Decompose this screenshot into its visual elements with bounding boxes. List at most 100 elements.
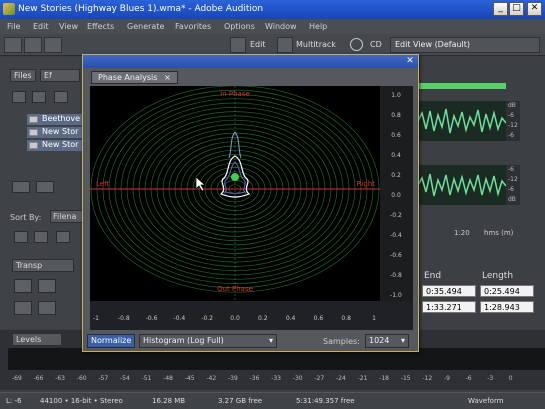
stop-button-icon[interactable] (14, 279, 32, 293)
hybrid-tool-icon[interactable] (24, 37, 42, 53)
level-scale-tick: -39 (228, 375, 238, 382)
phase-x-tick: -0.8 (118, 315, 130, 322)
editor-panel: dB -6 -12 -6 -6 -12 -6 dB 1:20 hms (m) E… (418, 57, 545, 329)
rewind-button-icon[interactable] (14, 301, 32, 315)
status-format: 44100 • 16-bit • Stereo (40, 397, 123, 405)
phase-y-tick: 0.4 (391, 152, 401, 159)
selection-length-field[interactable]: 0:25.494 (480, 285, 534, 297)
file-name: New Stor (42, 127, 79, 136)
tab-transport[interactable]: Transp (12, 259, 74, 272)
workspace-dropdown[interactable]: Edit View (Default) (390, 37, 540, 53)
file-list-item[interactable]: Beethove (27, 114, 82, 125)
phase-x-ruler (90, 301, 413, 330)
out-phase-label: Out Phase (217, 285, 253, 293)
selection-end-field[interactable]: 0:35.494 (422, 285, 476, 297)
status-time-free: 5:31:49.357 free (296, 397, 355, 405)
phase-y-tick: 0.8 (391, 112, 401, 119)
db-ruler-top: dB -6 -12 -6 (506, 101, 520, 141)
phase-x-tick: -0.4 (174, 315, 186, 322)
show-audio-icon[interactable] (14, 231, 28, 243)
normalize-button[interactable]: Normalize (87, 334, 135, 348)
menu-help[interactable]: Help (309, 22, 327, 31)
display-mode-dropdown[interactable]: Histogram (Log Full) ▾ (139, 334, 277, 348)
view-end-field[interactable]: 1:33.271 (422, 301, 476, 313)
db-tick: -6 (508, 166, 514, 173)
show-loops-icon[interactable] (34, 231, 48, 243)
level-scale-tick: -69 (12, 375, 22, 382)
phase-scope: 1.0 0.8 0.6 0.4 0.2 0.0 -0.2 -0.4 -0.6 -0.8 -1.0 -… (90, 86, 413, 330)
move-tool-icon[interactable] (44, 37, 62, 53)
sort-by-dropdown[interactable]: Filena (50, 210, 84, 223)
minimize-button[interactable]: _ (493, 2, 508, 16)
phase-x-tick: 0.2 (258, 315, 268, 322)
menu-window[interactable]: Window (265, 22, 297, 31)
multitrack-view-button[interactable]: Multitrack (296, 40, 336, 49)
level-scale-tick: -15 (400, 375, 411, 382)
menu-favorites[interactable]: Favorites (175, 22, 211, 31)
phase-x-tick: 0.4 (286, 315, 296, 322)
fast-forward-button-icon[interactable] (38, 301, 56, 315)
waveform-right-channel[interactable] (418, 165, 506, 205)
chevron-down-icon: ▾ (268, 336, 273, 345)
zoom-scroll-bar[interactable] (418, 83, 506, 89)
samples-dropdown[interactable]: 1024 ▾ (365, 334, 409, 348)
level-scale-tick: -6 (465, 375, 472, 382)
menu-view[interactable]: View (59, 22, 78, 31)
waveform-left-graphic (418, 108, 506, 134)
close-icon[interactable]: ✕ (405, 56, 415, 66)
phase-x-tick: -0.2 (201, 315, 213, 322)
cd-view-icon[interactable] (350, 38, 363, 51)
tab-levels[interactable]: Levels (12, 333, 62, 346)
tab-phase-analysis[interactable]: Phase Analysis × (91, 71, 178, 84)
edit-view-button[interactable]: Edit (250, 40, 266, 49)
level-scale-tick: -51 (141, 375, 152, 382)
file-list-item[interactable]: New Stor (27, 127, 82, 138)
play-button-icon[interactable] (38, 279, 56, 293)
cd-view-button[interactable]: CD (370, 40, 382, 49)
toolbar: Edit Multitrack CD Edit View (Default) (0, 34, 545, 56)
phase-x-tick: 0.6 (314, 315, 324, 322)
phase-x-tick: -0.6 (146, 315, 158, 322)
view-length-field[interactable]: 1:28.943 (480, 301, 534, 313)
menu-generate[interactable]: Generate (127, 22, 164, 31)
tab-effects[interactable]: Ef (40, 69, 80, 82)
edit-view-icon[interactable] (230, 37, 246, 53)
menu-effects[interactable]: Effects (87, 22, 114, 31)
phase-x-tick: 1 (372, 315, 376, 322)
tab-files[interactable]: Files (10, 69, 36, 82)
phase-y-tick: -0.2 (390, 212, 402, 219)
db-tick: -12 (508, 122, 518, 129)
mouse-cursor-icon (196, 177, 206, 191)
menu-bar: File Edit View Effects Generate Favorite… (0, 19, 545, 34)
import-file-icon[interactable] (12, 91, 26, 103)
time-selection-tool-icon[interactable] (4, 37, 22, 53)
show-video-icon[interactable] (56, 231, 70, 243)
loop-icon[interactable] (36, 181, 54, 193)
menu-file[interactable]: File (7, 22, 20, 31)
multitrack-view-icon[interactable] (277, 37, 293, 53)
left-channel-label: Left (96, 180, 109, 188)
menu-options[interactable]: Options (224, 22, 255, 31)
db-tick: dB (508, 102, 516, 109)
audition-app-icon[interactable] (3, 3, 15, 15)
phase-x-tick: -1 (93, 315, 99, 322)
level-scale-tick: -48 (163, 375, 173, 382)
tab-close-icon[interactable]: × (164, 73, 171, 82)
menu-edit[interactable]: Edit (33, 22, 49, 31)
maximize-button[interactable]: □ (509, 2, 524, 16)
level-scale-tick: -3 (487, 375, 494, 382)
close-file-icon[interactable] (32, 91, 46, 103)
close-button[interactable]: ✕ (527, 2, 542, 16)
samples-label: Samples: (323, 337, 360, 346)
phase-y-tick: -0.6 (390, 252, 402, 259)
level-scale-tick: -27 (314, 375, 325, 382)
db-tick: -6 (508, 112, 514, 119)
phase-analysis-titlebar[interactable]: ✕ (83, 55, 418, 68)
file-list-item[interactable]: New Stor (27, 140, 82, 151)
phase-analysis-window[interactable]: ✕ Phase Analysis × 1.0 0.8 0.6 0.4 0.2 0.0 -0.… (82, 54, 419, 352)
waveform-left-channel[interactable] (418, 101, 506, 141)
level-scale-tick: -36 (249, 375, 260, 382)
auto-play-icon[interactable] (12, 181, 30, 193)
window-title-bar[interactable]: New Stories (Highway Blues 1).wma* - Ado… (0, 0, 545, 19)
insert-multitrack-icon[interactable] (54, 91, 68, 103)
